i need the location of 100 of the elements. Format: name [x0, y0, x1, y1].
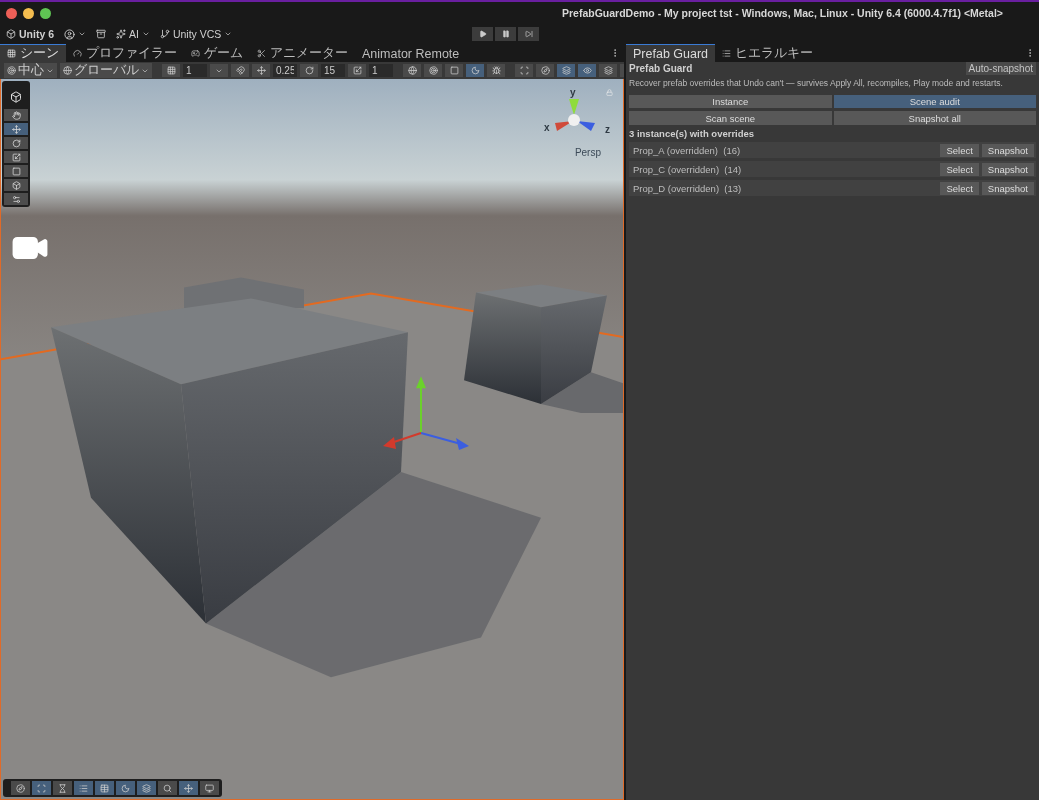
transform-tool-button[interactable]	[4, 179, 28, 191]
pause-button[interactable]	[495, 27, 517, 41]
tab[interactable]: シーン	[0, 44, 66, 62]
shading-button[interactable]	[466, 64, 484, 77]
tab[interactable]: Animator Remote	[355, 44, 467, 62]
row-button[interactable]: Snapshot	[981, 143, 1034, 157]
cube-icon	[6, 29, 16, 39]
move-snap-button[interactable]	[252, 64, 270, 77]
hand-tool-button[interactable]	[4, 109, 28, 121]
space-dropdown[interactable]: グローバル	[60, 63, 152, 78]
rect-tool-button[interactable]	[4, 165, 28, 177]
tab[interactable]: プロファイラー	[66, 44, 184, 62]
grid-button[interactable]	[162, 64, 180, 77]
scale-snap-button[interactable]	[348, 64, 366, 77]
play-button[interactable]	[472, 27, 494, 41]
list-button[interactable]	[74, 781, 93, 795]
row-button[interactable]: Select	[940, 143, 979, 157]
pivot-dropdown[interactable]: 中心	[4, 63, 57, 78]
snap-button[interactable]	[231, 64, 249, 77]
shading-button[interactable]	[445, 64, 463, 77]
branch-icon	[159, 29, 170, 39]
instance-name: Prop_A (overridden) (16)	[633, 144, 742, 156]
row-button[interactable]: Snapshot	[981, 162, 1034, 176]
caret-icon	[141, 30, 150, 38]
scan-button[interactable]	[32, 781, 51, 795]
hand-icon	[11, 110, 21, 120]
auto-snapshot-button[interactable]: Auto-snapshot	[965, 62, 1036, 75]
moon-button[interactable]	[116, 781, 135, 795]
debug-button[interactable]	[487, 64, 505, 77]
scale-snap-field[interactable]: 1	[369, 64, 393, 77]
tab[interactable]: ゲーム	[184, 44, 250, 62]
shading-icon	[428, 66, 438, 75]
toggle-button[interactable]	[515, 64, 533, 77]
axis-gizmo[interactable]: y x z	[543, 85, 615, 145]
account-menu[interactable]	[64, 28, 86, 40]
table-icon	[100, 783, 109, 793]
shading-button[interactable]	[424, 64, 442, 77]
tab[interactable]: ヒエラルキー	[715, 44, 821, 62]
layers-button[interactable]	[599, 64, 617, 77]
play-icon	[478, 30, 487, 38]
maximize-button[interactable]	[40, 7, 51, 19]
minimize-button[interactable]	[23, 7, 34, 19]
grid-size-field[interactable]: 1	[183, 64, 207, 77]
product-menu[interactable]: Unity 6	[6, 28, 54, 40]
compass-button[interactable]	[11, 781, 30, 795]
shading-icon	[449, 66, 459, 75]
projection-label[interactable]: Persp	[574, 147, 601, 158]
row-button[interactable]: Select	[940, 162, 979, 176]
eye-icon	[582, 66, 592, 75]
row-button[interactable]: Select	[940, 181, 979, 195]
action-button[interactable]: Snapshot all	[833, 111, 1036, 125]
gizmo-button[interactable]	[557, 64, 575, 77]
move-icon	[256, 66, 266, 75]
custom-tool-button[interactable]	[4, 193, 28, 205]
scan-icon	[519, 66, 529, 75]
rotate-snap-button[interactable]	[300, 64, 318, 77]
hourglass-icon	[58, 783, 67, 793]
hourglass-button[interactable]	[53, 781, 72, 795]
description-text: Recover prefab overrides that Undo can't — survives Apply All, recompiles, Play mode and restarts.	[629, 78, 1004, 88]
move-tool-button[interactable]	[4, 123, 28, 135]
close-button[interactable]	[6, 7, 17, 19]
archive-button[interactable]	[96, 29, 106, 39]
instance-name: Prop_C (overridden) (14)	[633, 163, 743, 175]
summary-text: 3 instance(s) with overrides	[629, 128, 756, 139]
step-button[interactable]	[518, 27, 540, 41]
animator-icon	[257, 49, 266, 58]
search-button[interactable]	[158, 781, 177, 795]
window-title: PrefabGuardDemo - My project tst - Windows, Mac, Linux - Unity 6.4 (6000.4.7f1) <Metal>	[562, 7, 1003, 19]
scan-icon	[37, 783, 46, 793]
custom-icon	[11, 194, 21, 204]
scale-tool-button[interactable]	[4, 151, 28, 163]
move-button[interactable]	[179, 781, 198, 795]
transform-icon	[11, 180, 21, 190]
pause-icon	[501, 30, 510, 38]
game-icon	[191, 49, 200, 58]
rotate-snap-field[interactable]: 15	[321, 64, 345, 77]
row-button[interactable]: Snapshot	[981, 181, 1034, 195]
globe-icon	[63, 66, 72, 75]
tab[interactable]: Prefab Guard	[626, 44, 716, 62]
toggle-button[interactable]	[536, 64, 554, 77]
mode-tab[interactable]: Scene audit	[833, 95, 1036, 108]
cube-icon[interactable]	[10, 91, 22, 103]
grid-icon	[7, 49, 16, 58]
compass-icon	[540, 66, 550, 75]
rotate-tool-button[interactable]	[4, 137, 28, 149]
move-icon	[184, 783, 193, 793]
list-icon	[79, 783, 88, 793]
tab[interactable]: アニメーター	[250, 44, 355, 62]
screen-button[interactable]	[200, 781, 219, 795]
table-button[interactable]	[95, 781, 114, 795]
ai-menu[interactable]: AI	[116, 28, 150, 40]
action-button[interactable]: Scan scene	[629, 111, 832, 125]
layers-button[interactable]	[137, 781, 156, 795]
mode-tab[interactable]: Instance	[629, 95, 832, 108]
visibility-button[interactable]	[578, 64, 596, 77]
rect-icon	[11, 166, 21, 176]
shading-icon	[407, 66, 417, 75]
sparkle-icon	[116, 29, 126, 39]
shading-button[interactable]	[403, 64, 421, 77]
vcs-menu[interactable]: Unity VCS	[159, 28, 233, 40]
